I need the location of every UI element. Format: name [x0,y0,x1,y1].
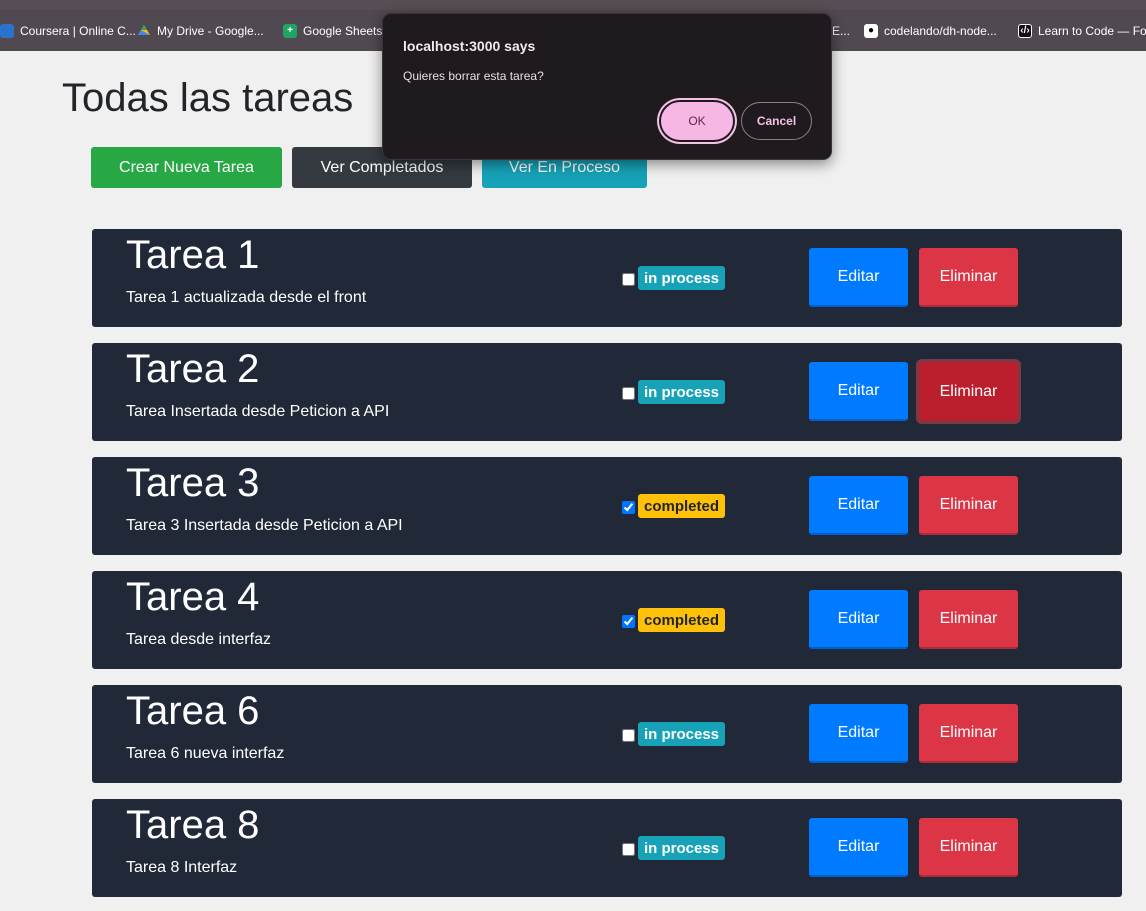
bookmark-my-drive[interactable]: My Drive - Google... [137,10,264,51]
task-card: Tarea 2 Tarea Insertada desde Peticion a… [92,343,1122,441]
task-card: Tarea 6 Tarea 6 nueva interfaz in proces… [92,685,1122,783]
edit-button[interactable]: Editar [809,818,908,877]
bookmark-learn-to-code[interactable]: ‹/› Learn to Code — Fo [1018,10,1146,51]
dialog-ok-button[interactable]: OK [661,102,733,140]
status-badge: in process [638,380,726,404]
delete-button[interactable]: Eliminar [919,818,1018,877]
task-title: Tarea 3 [126,461,260,505]
status-badge: in process [638,266,726,290]
task-completed-checkbox[interactable] [622,387,635,400]
browser-top-strip [0,0,1146,10]
task-title: Tarea 1 [126,233,260,277]
status-badge: completed [638,494,726,518]
bookmark-label: Google Sheets [303,23,383,38]
github-icon: ● [864,23,878,38]
task-description: Tarea 6 nueva interfaz [126,745,285,762]
edit-button[interactable]: Editar [809,362,908,421]
delete-button[interactable]: Eliminar [919,362,1018,421]
dialog-origin: localhost:3000 says [403,38,536,54]
edit-button[interactable]: Editar [809,704,908,763]
task-title: Tarea 4 [126,575,260,619]
google-sheets-icon: + [283,23,297,38]
google-drive-icon [137,24,151,38]
task-description: Tarea 8 Interfaz [126,859,238,876]
delete-button[interactable]: Eliminar [919,476,1018,535]
task-description: Tarea 1 actualizada desde el front [126,289,367,306]
create-task-button[interactable]: Crear Nueva Tarea [91,147,282,188]
task-title: Tarea 6 [126,689,260,733]
bookmark-truncated[interactable]: E... [832,10,850,51]
bookmark-label: Learn to Code — Fo [1038,23,1146,38]
bookmark-label: Coursera | Online C... [20,23,136,38]
bookmark-github[interactable]: ● codelando/dh-node... [864,10,997,51]
coursera-icon [0,23,14,38]
task-title: Tarea 8 [126,803,260,847]
bookmark-label: My Drive - Google... [157,23,264,38]
task-completed-checkbox[interactable] [622,501,635,514]
learn-to-code-icon: ‹/› [1018,23,1032,38]
page-title: Todas las tareas [62,76,354,120]
edit-button[interactable]: Editar [809,476,908,535]
task-completed-checkbox[interactable] [622,843,635,856]
task-completed-checkbox[interactable] [622,615,635,628]
task-card: Tarea 3 Tarea 3 Insertada desde Peticion… [92,457,1122,555]
confirm-dialog: localhost:3000 says Quieres borrar esta … [382,13,832,160]
delete-button[interactable]: Eliminar [919,590,1018,649]
task-card: Tarea 8 Tarea 8 Interfaz in process Edit… [92,799,1122,897]
delete-button[interactable]: Eliminar [919,248,1018,307]
task-description: Tarea desde interfaz [126,631,271,648]
dialog-message: Quieres borrar esta tarea? [403,69,544,83]
status-badge: completed [638,608,726,632]
delete-button[interactable]: Eliminar [919,704,1018,763]
task-completed-checkbox[interactable] [622,273,635,286]
status-badge: in process [638,836,726,860]
bookmark-label: E... [832,23,851,38]
edit-button[interactable]: Editar [809,248,908,307]
task-card: Tarea 4 Tarea desde interfaz completed E… [92,571,1122,669]
task-card: Tarea 1 Tarea 1 actualizada desde el fro… [92,229,1122,327]
status-badge: in process [638,722,726,746]
task-title: Tarea 2 [126,347,260,391]
bookmark-google-sheets[interactable]: + Google Sheets [283,10,382,51]
task-completed-checkbox[interactable] [622,729,635,742]
bookmark-coursera[interactable]: Coursera | Online C... [0,10,136,51]
dialog-cancel-button[interactable]: Cancel [741,102,812,140]
edit-button[interactable]: Editar [809,590,908,649]
task-description: Tarea 3 Insertada desde Peticion a API [126,517,403,534]
bookmark-label: codelando/dh-node... [884,23,997,38]
task-description: Tarea Insertada desde Peticion a API [126,403,390,420]
